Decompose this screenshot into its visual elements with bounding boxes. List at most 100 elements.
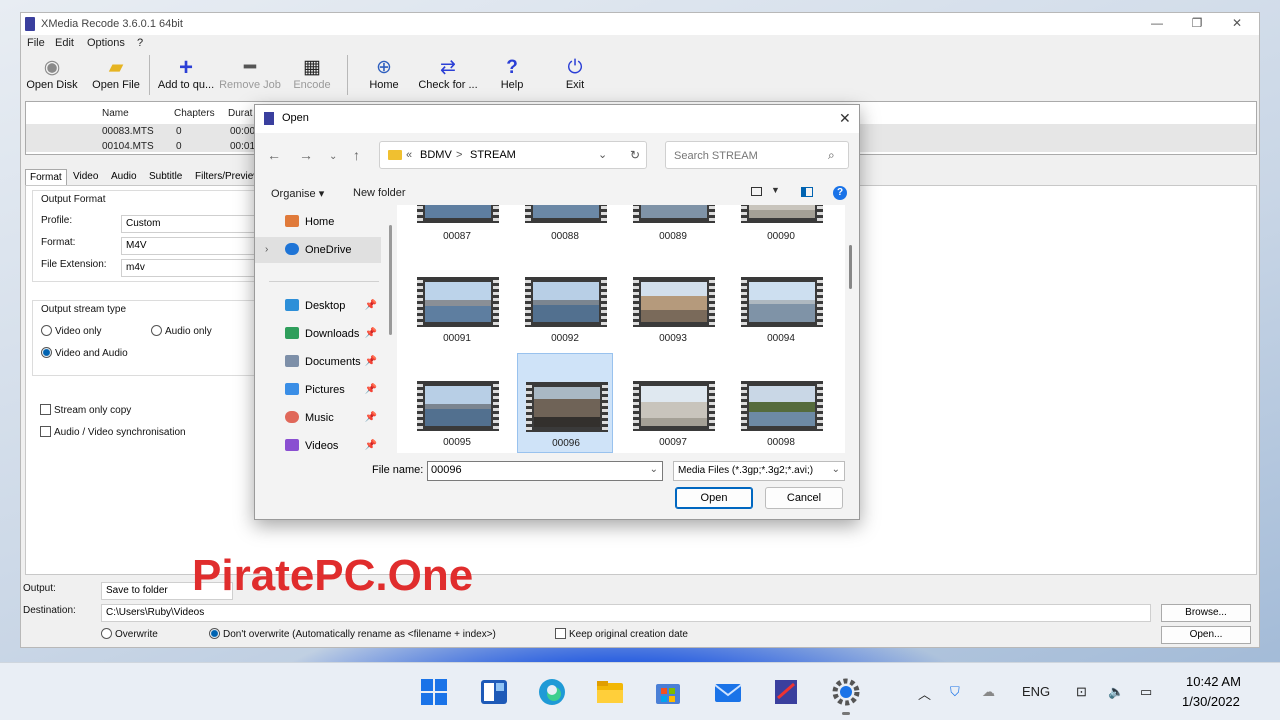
column-header-chapters[interactable]: Chapters [174, 108, 215, 119]
remove-job-button[interactable]: ━ Remove Job [219, 57, 281, 97]
file-thumbnail[interactable]: 00094 [733, 251, 829, 351]
mail-icon[interactable] [712, 676, 744, 708]
profile-select[interactable]: Custom [121, 215, 261, 233]
menu-help[interactable]: ? [137, 37, 143, 49]
menu-file[interactable]: File [27, 37, 45, 49]
xmedia-recode-taskbar-icon[interactable] [770, 676, 802, 708]
nav-item-documents[interactable]: Documents 📌 [255, 349, 381, 375]
overwrite-radio[interactable]: Overwrite [101, 628, 158, 640]
add-to-queue-button[interactable]: + Add to qu... [155, 56, 217, 97]
file-thumbnail[interactable]: 00093 [625, 251, 721, 351]
new-folder-button[interactable]: New folder [353, 187, 406, 199]
dont-overwrite-radio[interactable]: Don't overwrite (Automatically rename as… [209, 628, 496, 640]
chevron-down-icon[interactable]: ⌄ [650, 464, 658, 475]
checkbox-icon [40, 426, 51, 437]
clock-date[interactable]: 1/30/2022 [1182, 694, 1240, 709]
tab-format[interactable]: Format [25, 169, 67, 185]
forward-arrow-icon[interactable]: → [299, 147, 313, 163]
address-bar[interactable]: « BDMV > STREAM ⌄ ↻ [379, 141, 647, 169]
back-arrow-icon[interactable]: ← [267, 147, 281, 163]
av-sync-checkbox[interactable]: Audio / Video synchronisation [40, 426, 186, 438]
destination-input[interactable]: C:\Users\Ruby\Videos [101, 604, 1151, 622]
view-options-icon[interactable] [751, 187, 762, 196]
onedrive-cloud-icon[interactable]: ☁ [982, 684, 995, 700]
column-header-name[interactable]: Name [102, 108, 129, 119]
file-row-name[interactable]: 00083.MTS [102, 126, 154, 137]
path-overflow[interactable]: « [406, 149, 412, 161]
home-button[interactable]: ⊕ Home [353, 57, 415, 97]
nav-scrollbar[interactable] [389, 225, 392, 335]
audio-only-radio[interactable]: Audio only [151, 325, 212, 337]
input-language[interactable]: ENG [1022, 684, 1050, 699]
nav-item-home[interactable]: Home [255, 209, 381, 235]
tab-subtitle[interactable]: Subtitle [145, 169, 186, 184]
nav-item-downloads[interactable]: Downloads 📌 [255, 321, 381, 347]
store-icon[interactable] [652, 676, 684, 708]
recent-locations-chevron-icon[interactable]: ⌄ [329, 151, 337, 162]
tab-video[interactable]: Video [69, 169, 102, 184]
menu-options[interactable]: Options [87, 37, 125, 49]
file-thumbnail[interactable]: 00097 [625, 353, 721, 453]
help-icon[interactable]: ? [833, 186, 847, 200]
keep-creation-date-checkbox[interactable]: Keep original creation date [555, 628, 688, 640]
open-disk-button[interactable]: ◉ Open Disk [21, 57, 83, 97]
check-for-updates-button[interactable]: ⇄ Check for ... [417, 57, 479, 97]
video-only-radio[interactable]: Video only [41, 325, 102, 337]
nav-item-onedrive[interactable]: › OneDrive [255, 237, 381, 263]
file-thumbnail[interactable]: 00092 [517, 251, 613, 351]
up-arrow-icon[interactable]: ↑ [353, 147, 360, 163]
minimize-button[interactable]: — [1147, 16, 1167, 32]
volume-icon[interactable]: 🔈 [1108, 684, 1124, 700]
clock-time[interactable]: 10:42 AM [1186, 674, 1241, 689]
open-folder-button[interactable]: Open... [1161, 626, 1251, 644]
nav-item-pictures[interactable]: Pictures 📌 [255, 377, 381, 403]
encode-button[interactable]: ▦ Encode [281, 57, 343, 97]
nav-item-music[interactable]: Music 📌 [255, 405, 381, 431]
preview-pane-icon[interactable] [801, 187, 813, 197]
column-header-duration[interactable]: Durat [228, 108, 252, 119]
file-explorer-icon[interactable] [594, 676, 626, 708]
file-type-select[interactable]: Media Files (*.3gp;*.3g2;*.avi;) ⌄ [673, 461, 845, 481]
menu-edit[interactable]: Edit [55, 37, 74, 49]
file-extension-select[interactable]: m4v [121, 259, 261, 277]
file-thumbnail[interactable]: 00098 [733, 353, 829, 453]
video-file-icon [526, 382, 608, 432]
organise-menu[interactable]: Organise ▾ [271, 187, 324, 200]
browse-button[interactable]: Browse... [1161, 604, 1251, 622]
address-dropdown-icon[interactable]: ⌄ [598, 148, 607, 161]
security-shield-icon[interactable]: ⛉ [950, 684, 960, 700]
breadcrumb-stream[interactable]: STREAM [470, 149, 516, 161]
stream-only-copy-checkbox[interactable]: Stream only copy [40, 404, 131, 416]
file-thumbnail[interactable]: 00095 [409, 353, 505, 453]
close-button[interactable]: ✕ [1227, 16, 1247, 32]
tab-audio[interactable]: Audio [107, 169, 141, 184]
nav-item-desktop[interactable]: Desktop 📌 [255, 293, 381, 319]
open-file-button[interactable]: ▰ Open File [85, 57, 147, 97]
help-button[interactable]: ? Help [481, 57, 543, 97]
search-box[interactable]: Search STREAM ⌕ [665, 141, 849, 169]
view-dropdown-icon[interactable]: ▼ [771, 185, 780, 195]
format-select[interactable]: M4V [121, 237, 261, 255]
cancel-button[interactable]: Cancel [765, 487, 843, 509]
grid-scrollbar[interactable] [849, 245, 852, 289]
file-row-name[interactable]: 00104.MTS [102, 141, 154, 152]
start-icon[interactable] [418, 676, 450, 708]
widgets-icon[interactable] [478, 676, 510, 708]
dialog-close-button[interactable]: ✕ [839, 110, 851, 127]
open-button[interactable]: Open [675, 487, 753, 509]
nav-item-videos[interactable]: Videos 📌 [255, 433, 381, 459]
exit-button[interactable]: ⏻ Exit [544, 57, 606, 97]
file-thumbnail-selected[interactable]: 00096 [517, 353, 613, 453]
refresh-icon[interactable]: ↻ [630, 148, 640, 162]
breadcrumb-bdmv[interactable]: BDMV [420, 149, 452, 161]
file-thumbnail[interactable]: 00091 [409, 251, 505, 351]
file-name-input[interactable]: 00096 ⌄ [427, 461, 663, 481]
video-and-audio-radio[interactable]: Video and Audio [41, 347, 128, 359]
settings-gear-icon[interactable] [830, 676, 862, 708]
expand-chevron-icon[interactable]: › [265, 237, 268, 263]
show-hidden-icons-chevron-icon[interactable]: ︿ [918, 684, 931, 703]
battery-icon[interactable]: ▭ [1140, 684, 1152, 700]
network-icon[interactable]: ⊡ [1076, 684, 1087, 700]
maximize-button[interactable]: ❐ [1187, 16, 1207, 32]
edge-icon[interactable] [536, 676, 568, 708]
